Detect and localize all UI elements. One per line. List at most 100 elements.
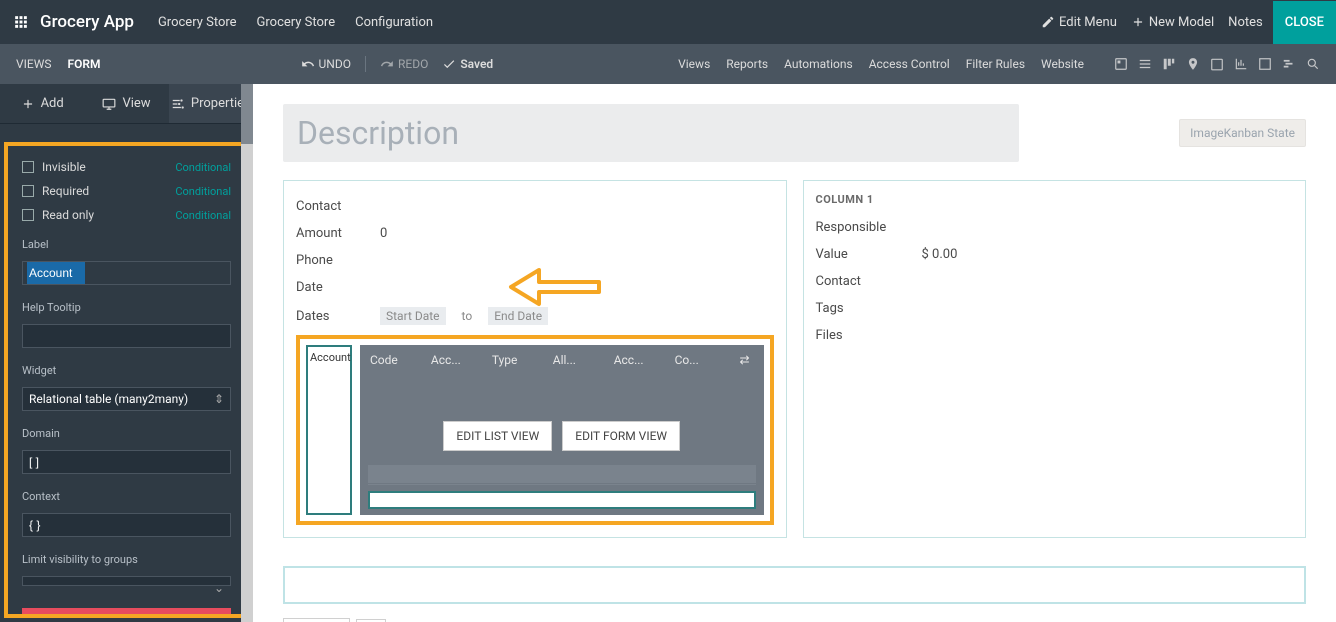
domain-input[interactable]: [22, 450, 231, 474]
page-heading-text: Description: [297, 114, 1005, 152]
check-icon: [442, 57, 456, 71]
required-checkbox[interactable]: [22, 185, 34, 197]
contact-label: Contact: [296, 199, 364, 214]
date-label: Date: [296, 280, 364, 295]
view-pivot-icon[interactable]: [1258, 57, 1272, 71]
sidebar-scrollbar[interactable]: [241, 84, 253, 622]
dates-label: Dates: [296, 309, 364, 324]
edit-form-view-button[interactable]: EDIT FORM VIEW: [562, 421, 680, 451]
invisible-conditional[interactable]: Conditional: [175, 161, 231, 174]
groups-select[interactable]: ⌄: [22, 576, 231, 586]
nav-item-grocery-store-2[interactable]: Grocery Store: [257, 15, 336, 30]
tags-label: Tags: [816, 301, 906, 316]
dates-to: to: [462, 309, 473, 323]
th-all[interactable]: All...: [553, 353, 614, 367]
sidebar: Add View Properties Invisible Conditiona…: [0, 84, 253, 622]
sidebar-tab-add[interactable]: Add: [0, 84, 84, 123]
context-input[interactable]: [22, 513, 231, 537]
widget-field-label: Widget: [22, 364, 231, 377]
view-map-icon[interactable]: [1186, 57, 1200, 71]
phone-label: Phone: [296, 253, 364, 268]
view-list-icon[interactable]: [1138, 57, 1152, 71]
amount-label: Amount: [296, 226, 364, 241]
monitor-icon: [102, 97, 116, 111]
remove-from-view-button[interactable]: REMOVE FROM VIEW: [22, 608, 231, 618]
th-acc2[interactable]: Acc...: [614, 353, 675, 367]
responsible-label: Responsible: [816, 220, 906, 235]
page-heading[interactable]: Description: [283, 104, 1019, 162]
required-conditional[interactable]: Conditional: [175, 185, 231, 198]
view-form-icon[interactable]: [1114, 57, 1128, 71]
account-table-label: Account: [306, 345, 352, 515]
invisible-checkbox[interactable]: [22, 161, 34, 173]
column-1-header: COLUMN 1: [816, 193, 1294, 214]
th-co[interactable]: Co...: [675, 353, 736, 367]
sb-form[interactable]: FORM: [68, 57, 101, 71]
canvas: Description ImageKanban State Contact Am…: [253, 84, 1336, 622]
readonly-checkbox[interactable]: [22, 209, 34, 221]
th-acc1[interactable]: Acc...: [431, 353, 492, 367]
context-field-label: Context: [22, 490, 231, 503]
sliders-icon: [171, 97, 185, 111]
widget-select[interactable]: Relational table (many2many) ⇕: [22, 387, 231, 411]
required-label: Required: [42, 184, 89, 198]
readonly-label: Read only: [42, 208, 94, 222]
plus-icon: [1131, 15, 1145, 29]
sb-link-reports[interactable]: Reports: [726, 57, 768, 71]
help-input[interactable]: [22, 324, 231, 348]
new-model-button[interactable]: New Model: [1131, 15, 1214, 30]
notes-button[interactable]: Notes: [1228, 15, 1263, 30]
new-section-placeholder[interactable]: [283, 566, 1306, 604]
top-nav: Grocery Store Grocery Store Configuratio…: [158, 15, 433, 30]
sb-link-views[interactable]: Views: [678, 57, 710, 71]
readonly-conditional[interactable]: Conditional: [175, 209, 231, 222]
sb-link-website[interactable]: Website: [1041, 57, 1084, 71]
details-tab[interactable]: Details: [283, 618, 350, 622]
add-tab-button[interactable]: [356, 619, 386, 622]
table-rows-placeholder: [368, 465, 756, 485]
edit-menu-label: Edit Menu: [1059, 15, 1117, 30]
invisible-label: Invisible: [42, 160, 86, 174]
account-table[interactable]: Code Acc... Type All... Acc... Co... ⇄ E…: [360, 345, 764, 515]
top-bar: Grocery App Grocery Store Grocery Store …: [0, 0, 1336, 44]
th-type[interactable]: Type: [492, 353, 553, 367]
sb-link-filter[interactable]: Filter Rules: [966, 57, 1025, 71]
redo-icon: [380, 57, 394, 71]
form-right-column: COLUMN 1 Responsible Value$ 0.00 Contact…: [803, 180, 1307, 538]
label-input[interactable]: [22, 261, 231, 285]
redo-button[interactable]: REDO: [380, 57, 428, 71]
table-add-row-input[interactable]: [368, 491, 756, 509]
th-code[interactable]: Code: [370, 353, 431, 367]
view-search-icon[interactable]: [1306, 57, 1320, 71]
close-button[interactable]: CLOSE: [1273, 1, 1336, 44]
end-date-input[interactable]: End Date: [488, 307, 548, 325]
saved-indicator: Saved: [442, 57, 493, 71]
nav-item-configuration[interactable]: Configuration: [355, 15, 433, 30]
swap-icon[interactable]: ⇄: [736, 353, 754, 367]
value-value[interactable]: $ 0.00: [922, 247, 958, 262]
amount-value[interactable]: 0: [380, 226, 387, 241]
help-field-label: Help Tooltip: [22, 301, 231, 314]
start-date-input[interactable]: Start Date: [380, 307, 446, 325]
sb-link-automations[interactable]: Automations: [784, 57, 853, 71]
edit-menu-button[interactable]: Edit Menu: [1041, 15, 1117, 30]
new-model-label: New Model: [1149, 15, 1214, 30]
sb-views[interactable]: VIEWS: [16, 57, 52, 71]
view-calendar-icon[interactable]: [1210, 57, 1224, 71]
account-table-highlight: Account Code Acc... Type All... Acc... C…: [296, 335, 774, 525]
chevron-down-icon: ⌄: [214, 581, 224, 595]
sb-link-access[interactable]: Access Control: [869, 57, 950, 71]
edit-list-view-button[interactable]: EDIT LIST VIEW: [443, 421, 552, 451]
view-gantt-icon[interactable]: [1282, 57, 1296, 71]
app-title: Grocery App: [40, 12, 134, 32]
undo-icon: [301, 57, 315, 71]
top-right-actions: Edit Menu New Model Notes: [1041, 15, 1263, 30]
sidebar-tab-view[interactable]: View: [84, 84, 168, 123]
apps-icon[interactable]: [12, 13, 30, 31]
view-kanban-icon[interactable]: [1162, 57, 1176, 71]
nav-item-grocery-store-1[interactable]: Grocery Store: [158, 15, 237, 30]
kanban-state-badge[interactable]: ImageKanban State: [1179, 119, 1306, 147]
properties-panel: Invisible Conditional Required Condition…: [4, 142, 249, 618]
undo-button[interactable]: UNDO: [301, 57, 351, 71]
view-graph-icon[interactable]: [1234, 57, 1248, 71]
